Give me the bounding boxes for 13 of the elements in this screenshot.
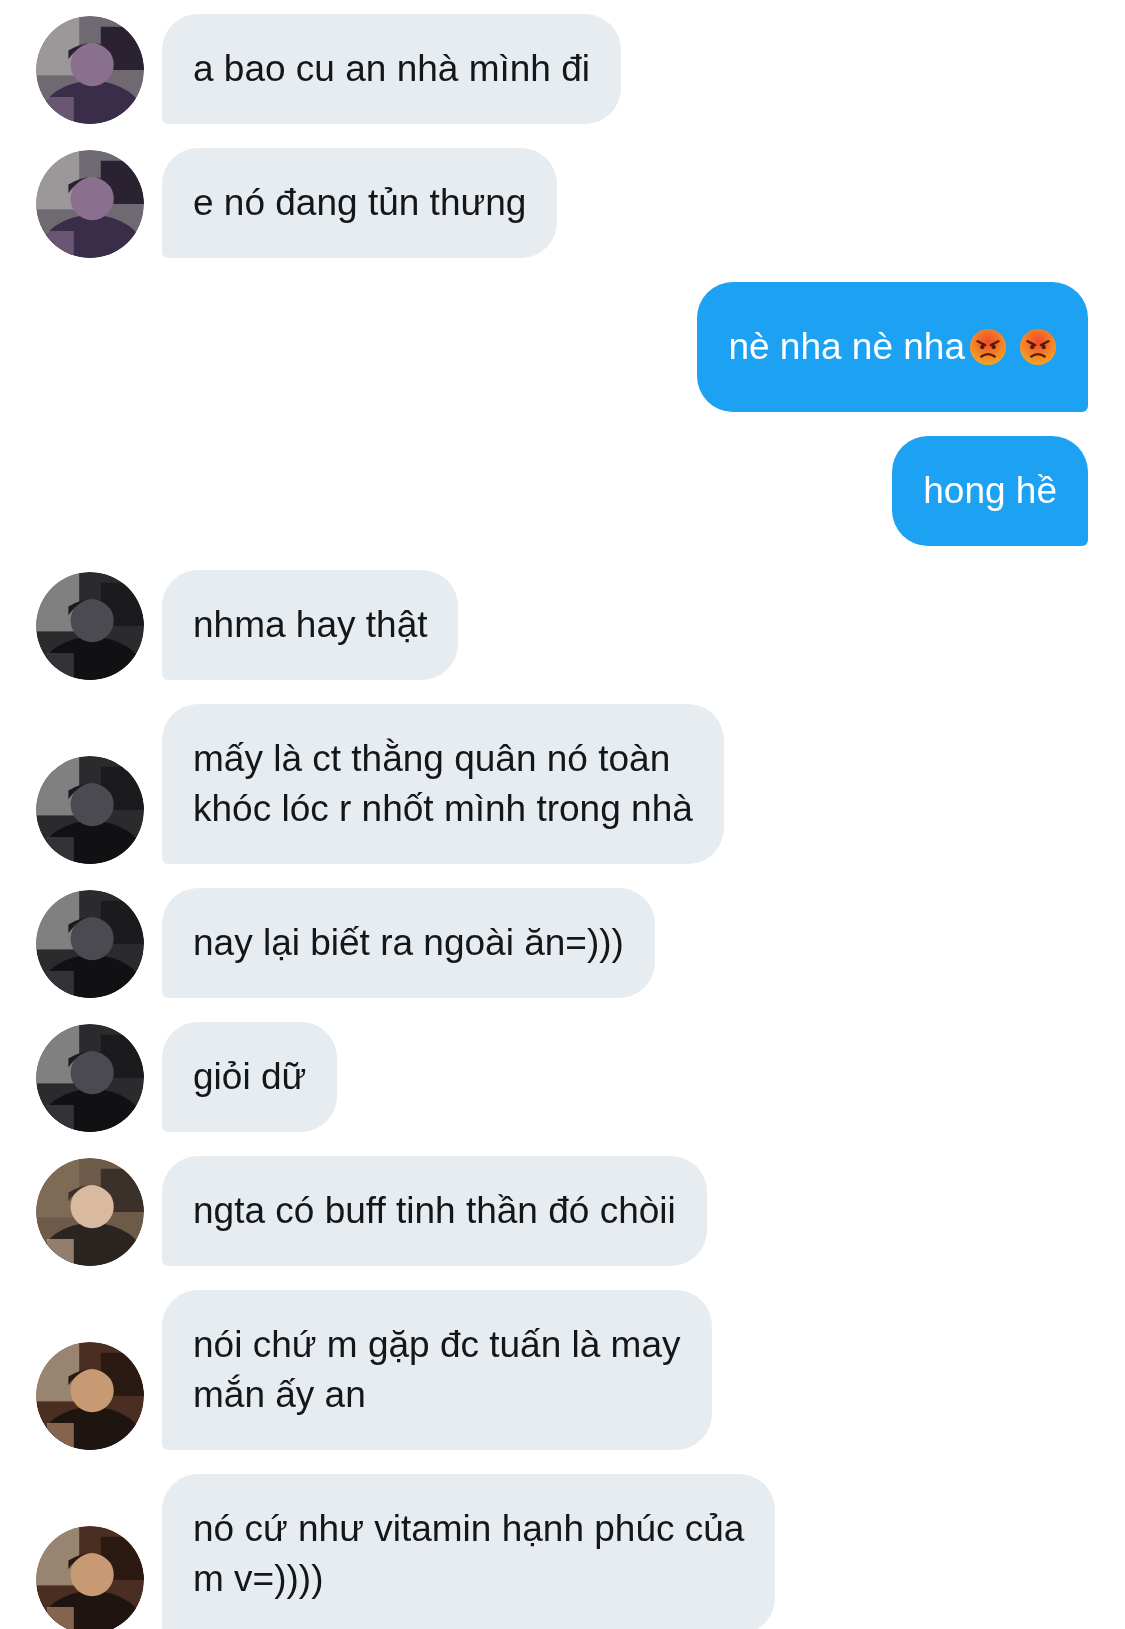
message-text: nhma hay thật	[193, 603, 428, 647]
angry-face-icon	[1019, 328, 1057, 366]
message-text: nay lại biết ra ngoài ăn=)))	[193, 921, 624, 965]
message-text: nó cứ như vitamin hạnh phúc của m v=))))	[193, 1507, 745, 1601]
message-text: mấy là ct thằng quân nó toàn khóc lóc r nhốt mình trong nhà	[193, 737, 693, 831]
message-text: e nó đang tủn thưng	[193, 181, 527, 225]
message-text: hong hề	[923, 469, 1057, 513]
message-text: nói chứ m gặp đc tuấn là may mắn ấy an	[193, 1323, 681, 1417]
message-text: nè nha nè nha	[728, 325, 965, 369]
message-text: giỏi dữ	[193, 1055, 307, 1099]
message-text: ngta có buff tinh thần đó chòii	[193, 1189, 676, 1233]
message-text: a bao cu an nhà mình đi	[193, 47, 590, 91]
angry-face-icon	[969, 328, 1007, 366]
